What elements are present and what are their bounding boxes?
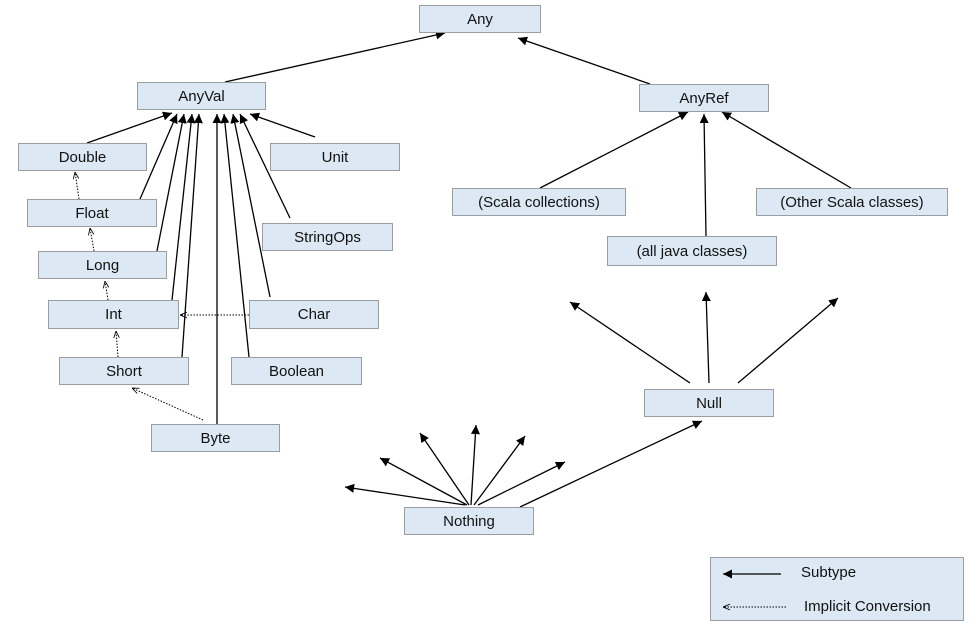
legend-subtype-label: Subtype xyxy=(801,564,857,581)
subtype-edge-scala_collections-anyref xyxy=(539,111,689,189)
node-null: Null xyxy=(644,389,774,417)
node-double: Double xyxy=(18,143,147,171)
legend-implicit-label: Implicit Conversion xyxy=(804,598,931,615)
null-subtype-arrow xyxy=(701,291,711,384)
node-nothing: Nothing xyxy=(404,507,534,535)
subtype-edge-boolean-anyval xyxy=(220,113,250,358)
subtype-edge-other_scala-anyref xyxy=(721,111,852,189)
implicit-edge-int-long xyxy=(105,281,108,301)
nothing-subtype-arrow xyxy=(419,432,470,506)
null-subtype-arrow xyxy=(569,301,691,384)
subtype-edge-double-anyval xyxy=(86,111,173,144)
node-scala-collections: (Scala collections) xyxy=(452,188,626,216)
nothing-subtype-arrow xyxy=(379,457,468,506)
subtype-edge-java_classes-anyref xyxy=(699,113,709,237)
implicit-edge-short-int xyxy=(116,331,118,358)
nothing-subtype-arrow xyxy=(470,424,480,506)
nothing-subtype-arrow xyxy=(344,483,466,506)
subtype-edge-unit-anyval xyxy=(249,112,316,138)
nothing-subtype-arrow xyxy=(477,461,566,506)
implicit-edge-byte-short xyxy=(132,388,204,421)
node-java-classes: (all java classes) xyxy=(607,236,777,266)
legend-arrows xyxy=(723,569,786,618)
node-byte: Byte xyxy=(151,424,280,452)
node-unit: Unit xyxy=(270,143,400,171)
node-boolean: Boolean xyxy=(231,357,362,385)
subtype-edge-anyref-any xyxy=(517,36,651,85)
subtype-edge-anyval-any xyxy=(224,30,446,83)
node-char: Char xyxy=(249,300,379,329)
subtype-edge-char-anyval xyxy=(230,113,271,298)
subtype-edge-nothing-null xyxy=(519,420,703,508)
legend: Subtype Implicit Conversion xyxy=(710,557,964,621)
node-anyref: AnyRef xyxy=(639,84,769,112)
implicit-edge-long-float xyxy=(90,228,95,252)
node-any: Any xyxy=(419,5,541,33)
node-other-scala: (Other Scala classes) xyxy=(756,188,948,216)
node-long: Long xyxy=(38,251,167,279)
node-int: Int xyxy=(48,300,179,329)
node-short: Short xyxy=(59,357,189,385)
node-stringops: StringOps xyxy=(262,223,393,251)
implicit-edge-float-double xyxy=(75,172,80,200)
subtype-edge-int-anyval xyxy=(171,113,196,301)
node-float: Float xyxy=(27,199,157,227)
null-subtype-arrow xyxy=(737,297,839,384)
node-anyval: AnyVal xyxy=(137,82,266,110)
subtype-edge-short-anyval xyxy=(181,113,203,358)
